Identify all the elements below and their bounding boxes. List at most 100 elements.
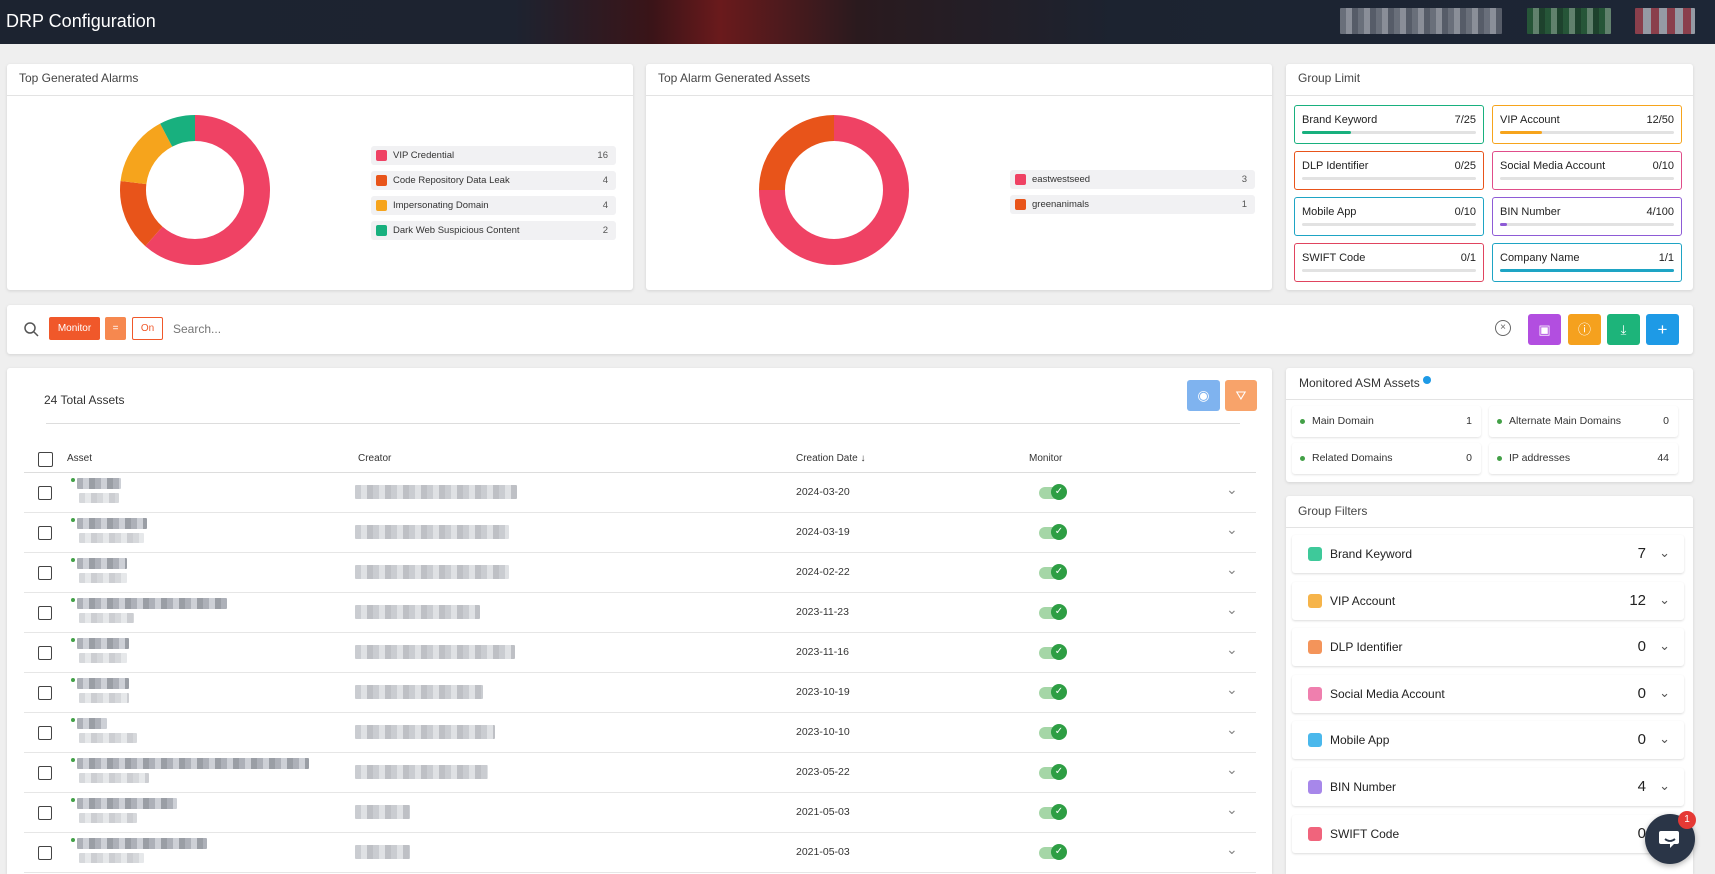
expand-row-chevron-icon[interactable]: ⌄ [1226, 561, 1238, 578]
avatar[interactable] [1635, 8, 1695, 34]
monitor-toggle[interactable]: ✓ [1039, 844, 1067, 860]
group-filter-item[interactable]: Mobile App 0 ⌄ [1292, 721, 1684, 760]
table-row[interactable]: 2021-05-03 ✓ ⌄ [24, 833, 1256, 873]
column-header-creator[interactable]: Creator [358, 453, 391, 464]
clear-search-icon[interactable]: × [1495, 320, 1511, 336]
chevron-down-icon[interactable]: ⌄ [1659, 545, 1670, 561]
expand-row-chevron-icon[interactable]: ⌄ [1226, 721, 1238, 738]
asm-item[interactable]: Main Domain 1 [1292, 406, 1481, 437]
legend-item[interactable]: Dark Web Suspicious Content 2 [371, 221, 616, 240]
filter-chip-value[interactable]: On [132, 317, 163, 340]
info-icon[interactable] [1423, 376, 1432, 384]
status-redacted[interactable] [1527, 8, 1611, 34]
chat-button[interactable]: 1 [1645, 811, 1696, 864]
column-header-creation-date[interactable]: Creation Date ↓ [796, 453, 865, 464]
donut-slice-3[interactable] [160, 115, 196, 147]
group-filter-item[interactable]: SWIFT Code0⌄ [1292, 814, 1684, 853]
donut-slice-2[interactable] [120, 123, 173, 185]
legend-item[interactable]: eastwestseed 3 [1010, 170, 1255, 189]
group-filter-item[interactable]: Brand Keyword 7 ⌄ [1292, 535, 1684, 573]
filter-chip-field[interactable]: Monitor [49, 317, 100, 340]
select-all-checkbox[interactable] [38, 452, 53, 467]
row-checkbox[interactable] [38, 846, 52, 860]
asset-name-redacted[interactable] [77, 598, 227, 609]
asset-name-redacted[interactable] [77, 638, 129, 649]
table-row[interactable]: 2023-10-10 ✓ ⌄ [24, 713, 1256, 753]
expand-row-chevron-icon[interactable]: ⌄ [1226, 761, 1238, 778]
expand-row-chevron-icon[interactable]: ⌄ [1226, 841, 1238, 858]
row-checkbox[interactable] [38, 686, 52, 700]
asset-name-redacted[interactable] [77, 518, 147, 529]
row-checkbox[interactable] [38, 566, 52, 580]
column-header-asset[interactable]: Asset [67, 453, 92, 464]
monitor-toggle[interactable]: ✓ [1039, 484, 1067, 500]
monitor-toggle[interactable]: ✓ [1039, 564, 1067, 580]
row-checkbox[interactable] [38, 766, 52, 780]
table-row[interactable]: 2023-05-22 ✓ ⌄ [24, 753, 1256, 793]
table-row[interactable]: 2024-03-20 ✓ ⌄ [24, 473, 1256, 513]
group-filter-item[interactable]: Social Media Account 0 ⌄ [1292, 674, 1684, 713]
legend-item[interactable]: greenanimals 1 [1010, 195, 1255, 214]
asm-item[interactable]: Alternate Main Domains 0 [1489, 406, 1678, 437]
chevron-down-icon[interactable]: ⌄ [1659, 592, 1670, 608]
monitor-toggle[interactable]: ✓ [1039, 604, 1067, 620]
calendar-button[interactable]: ▣ [1528, 314, 1561, 345]
table-row[interactable]: 2021-05-03 ✓ ⌄ [24, 793, 1256, 833]
asset-name-redacted[interactable] [77, 718, 107, 729]
chevron-down-icon[interactable]: ⌄ [1659, 731, 1670, 747]
monitor-toggle[interactable]: ✓ [1039, 804, 1067, 820]
group-limit-card: Group Limit Brand Keyword 7/25 VIP Account… [1286, 64, 1693, 290]
row-checkbox[interactable] [38, 526, 52, 540]
monitor-toggle[interactable]: ✓ [1039, 724, 1067, 740]
row-checkbox[interactable] [38, 646, 52, 660]
asm-item[interactable]: IP addresses 44 [1489, 443, 1678, 474]
check-icon: ✓ [1051, 524, 1067, 540]
download-button[interactable]: ⤓ [1607, 314, 1640, 345]
table-row[interactable]: 2024-02-22 ✓ ⌄ [24, 553, 1256, 593]
expand-row-chevron-icon[interactable]: ⌄ [1226, 681, 1238, 698]
asset-name-redacted[interactable] [77, 678, 129, 689]
row-checkbox[interactable] [38, 726, 52, 740]
group-filter-item[interactable]: BIN Number 4 ⌄ [1292, 768, 1684, 806]
table-row[interactable]: 2023-10-19 ✓ ⌄ [24, 673, 1256, 713]
user-info-redacted[interactable] [1340, 8, 1502, 34]
table-row[interactable]: 2024-03-19 ✓ ⌄ [24, 513, 1256, 553]
expand-row-chevron-icon[interactable]: ⌄ [1226, 521, 1238, 538]
monitor-toggle[interactable]: ✓ [1039, 684, 1067, 700]
asm-item[interactable]: Related Domains 0 [1292, 443, 1481, 474]
expand-row-chevron-icon[interactable]: ⌄ [1226, 641, 1238, 658]
chevron-down-icon[interactable]: ⌄ [1659, 638, 1670, 654]
legend-item[interactable]: Code Repository Data Leak 4 [371, 171, 616, 190]
chevron-down-icon[interactable]: ⌄ [1659, 778, 1670, 794]
monitor-toggle[interactable]: ✓ [1039, 764, 1067, 780]
expand-row-chevron-icon[interactable]: ⌄ [1226, 481, 1238, 498]
row-checkbox[interactable] [38, 806, 52, 820]
asset-name-redacted[interactable] [77, 838, 207, 849]
asset-name-redacted[interactable] [77, 558, 127, 569]
expand-row-chevron-icon[interactable]: ⌄ [1226, 601, 1238, 618]
donut-slice-1[interactable] [759, 115, 835, 191]
table-row[interactable]: 2023-11-23 ✓ ⌄ [24, 593, 1256, 633]
chevron-down-icon[interactable]: ⌄ [1659, 685, 1670, 701]
table-row[interactable]: 2023-11-16 ✓ ⌄ [24, 633, 1256, 673]
row-checkbox[interactable] [38, 486, 52, 500]
search-input[interactable] [173, 319, 773, 339]
asset-name-redacted[interactable] [77, 798, 177, 809]
donut-slice-1[interactable] [120, 180, 163, 247]
expand-row-chevron-icon[interactable]: ⌄ [1226, 801, 1238, 818]
add-button[interactable]: + [1646, 314, 1679, 345]
group-filter-item[interactable]: VIP Account 12 ⌄ [1292, 581, 1684, 620]
filter-chip-operator[interactable]: = [105, 317, 126, 340]
column-header-monitor[interactable]: Monitor [1029, 453, 1062, 464]
group-filter-item[interactable]: DLP Identifier 0 ⌄ [1292, 628, 1684, 667]
info-button[interactable]: ⓘ [1568, 314, 1601, 345]
row-checkbox[interactable] [38, 606, 52, 620]
legend-item[interactable]: Impersonating Domain 4 [371, 196, 616, 215]
view-button[interactable]: ◉ [1187, 380, 1220, 411]
filter-button[interactable]: ⛛ [1225, 380, 1257, 411]
monitor-toggle[interactable]: ✓ [1039, 644, 1067, 660]
asset-name-redacted[interactable] [77, 758, 309, 769]
asset-name-redacted[interactable] [77, 478, 121, 489]
legend-item[interactable]: VIP Credential 16 [371, 146, 616, 165]
monitor-toggle[interactable]: ✓ [1039, 524, 1067, 540]
